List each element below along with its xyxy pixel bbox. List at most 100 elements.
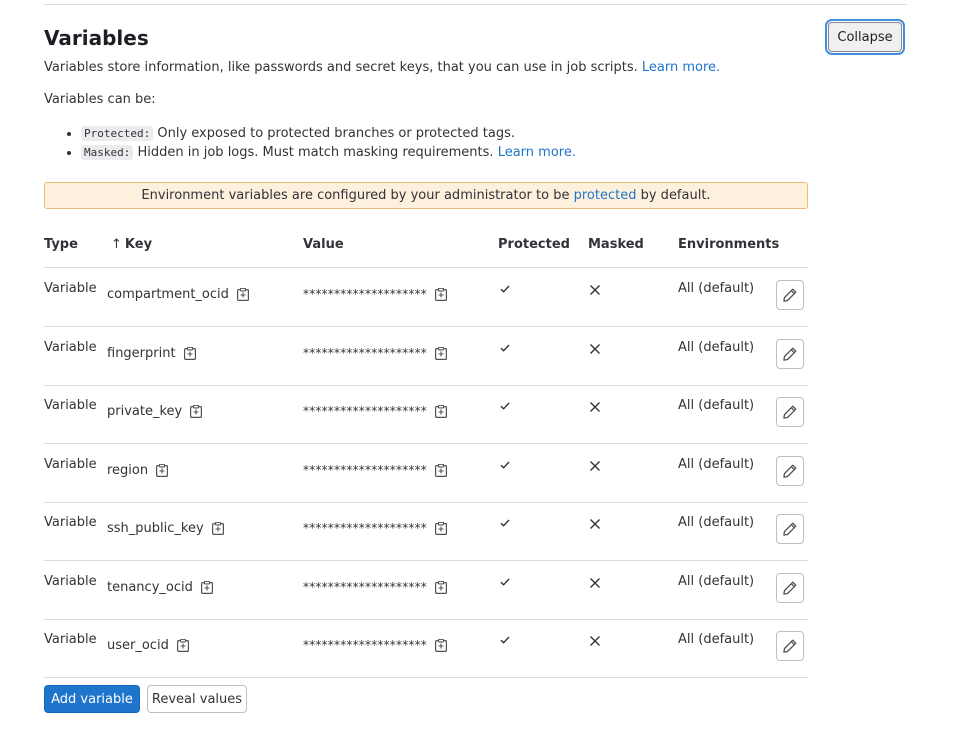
variable-key: compartment_ocid [107, 287, 249, 302]
protected-description: Only exposed to protected branches or pr… [157, 126, 516, 141]
copy-key-icon[interactable] [200, 580, 213, 594]
edit-variable-button[interactable] [776, 397, 804, 427]
copy-key-icon[interactable] [183, 346, 196, 360]
variable-key-text: ssh_public_key [107, 521, 204, 536]
table-header: Type ↑ Key Value Protected Masked Environ… [44, 228, 808, 268]
table-row: Variable tenancy_ocid ********************… [44, 561, 808, 620]
pencil-icon [777, 638, 803, 654]
top-divider [44, 4, 907, 5]
variable-value-text: ******************** [303, 638, 427, 652]
variable-type: Variable [44, 398, 97, 413]
variable-value: ******************** [303, 404, 448, 419]
edit-variable-button[interactable] [776, 514, 804, 544]
variable-environment: All (default) [678, 632, 755, 647]
intro-text: Variables store information, like passwo… [44, 59, 720, 76]
arrow-up-icon: ↑ [111, 237, 122, 252]
header-masked: Masked [588, 237, 644, 252]
masked-code-tag: Masked: [81, 145, 134, 160]
option-masked: Masked: Hidden in job logs. Must match m… [81, 143, 576, 162]
variable-environment: All (default) [678, 398, 755, 413]
alert-protected-link[interactable]: protected [574, 188, 637, 203]
edit-variable-button[interactable] [776, 455, 804, 486]
copy-value-icon[interactable] [435, 638, 448, 653]
variable-key-text: region [107, 462, 149, 478]
check-icon [498, 398, 512, 412]
variable-key: fingerprint [107, 346, 196, 361]
copy-key-icon[interactable] [236, 287, 249, 302]
header-key-sort[interactable]: ↑ Key [111, 237, 152, 252]
copy-value-icon[interactable] [435, 463, 448, 477]
copy-key-icon[interactable] [176, 638, 189, 653]
header-protected: Protected [498, 237, 570, 252]
variable-value-text: ******************** [303, 287, 427, 301]
variable-value: ******************** [303, 287, 448, 302]
header-environments: Environments [678, 237, 780, 252]
pencil-icon [777, 463, 803, 479]
copy-value-icon[interactable] [435, 580, 448, 594]
table-row: Variable fingerprint ******************** A… [44, 327, 808, 386]
variable-value-text: ******************** [303, 462, 427, 477]
close-icon [588, 282, 602, 296]
table-row: Variable compartment_ocid ****************… [44, 268, 808, 327]
variable-value-text: ******************** [303, 579, 427, 594]
variable-type: Variable [44, 281, 97, 296]
variable-value-text: ******************** [303, 404, 427, 418]
variable-type: Variable [44, 456, 97, 472]
variable-options-list: Protected: Only exposed to protected bra… [44, 124, 576, 162]
check-icon [498, 457, 512, 471]
copy-key-icon[interactable] [156, 463, 169, 477]
protected-code-tag: Protected: [81, 126, 154, 141]
variable-type: Variable [44, 339, 97, 355]
variable-value: ******************** [303, 521, 448, 536]
alert-text-before: Environment variables are configured by … [141, 188, 570, 203]
close-icon [588, 458, 602, 472]
variable-type: Variable [44, 632, 97, 647]
variable-value-text: ******************** [303, 345, 427, 360]
variable-value: ******************** [303, 579, 448, 594]
edit-variable-button[interactable] [776, 338, 804, 369]
variable-type: Variable [44, 515, 97, 530]
close-icon [588, 399, 602, 413]
copy-key-icon[interactable] [211, 521, 224, 536]
variable-key-text: compartment_ocid [107, 287, 229, 302]
intro-learn-more-link[interactable]: Learn more. [642, 60, 720, 75]
option-protected: Protected: Only exposed to protected bra… [81, 124, 576, 143]
edit-variable-button[interactable] [776, 631, 804, 661]
copy-value-icon[interactable] [435, 287, 448, 302]
reveal-values-button[interactable]: Reveal values [147, 685, 247, 713]
protected-alert: Environment variables are configured by … [44, 182, 808, 209]
check-icon [498, 281, 512, 295]
variable-type: Variable [44, 573, 97, 589]
masked-description: Hidden in job logs. Must match masking r… [137, 145, 494, 160]
table-row: Variable region ******************** All (d… [44, 444, 808, 503]
check-icon [498, 574, 512, 588]
variable-value-text: ******************** [303, 521, 427, 535]
collapse-button[interactable]: Collapse [828, 22, 902, 52]
edit-variable-button[interactable] [776, 572, 804, 603]
variable-key: ssh_public_key [107, 521, 224, 536]
masked-learn-more-link[interactable]: Learn more. [498, 145, 576, 160]
variable-environment: All (default) [678, 456, 755, 472]
header-key-label: Key [124, 237, 153, 252]
header-type: Type [44, 237, 78, 252]
pencil-icon [777, 404, 803, 420]
alert-text-after: by default. [640, 188, 711, 203]
add-variable-button[interactable]: Add variable [44, 685, 140, 713]
pencil-icon [777, 580, 803, 596]
copy-value-icon[interactable] [435, 521, 448, 536]
variable-key-text: tenancy_ocid [107, 579, 193, 595]
copy-value-icon[interactable] [435, 346, 448, 360]
section-title: Variables [44, 26, 149, 50]
edit-variable-button[interactable] [776, 280, 804, 310]
copy-key-icon[interactable] [190, 404, 203, 419]
variable-key-text: user_ocid [107, 638, 169, 653]
variable-key: private_key [107, 404, 203, 419]
check-icon [498, 340, 512, 354]
copy-value-icon[interactable] [435, 404, 448, 419]
check-icon [498, 515, 512, 529]
variable-environment: All (default) [678, 573, 755, 589]
pencil-icon [777, 346, 803, 362]
variable-key: tenancy_ocid [107, 580, 213, 595]
pencil-icon [777, 287, 803, 303]
variable-environment: All (default) [678, 515, 755, 530]
